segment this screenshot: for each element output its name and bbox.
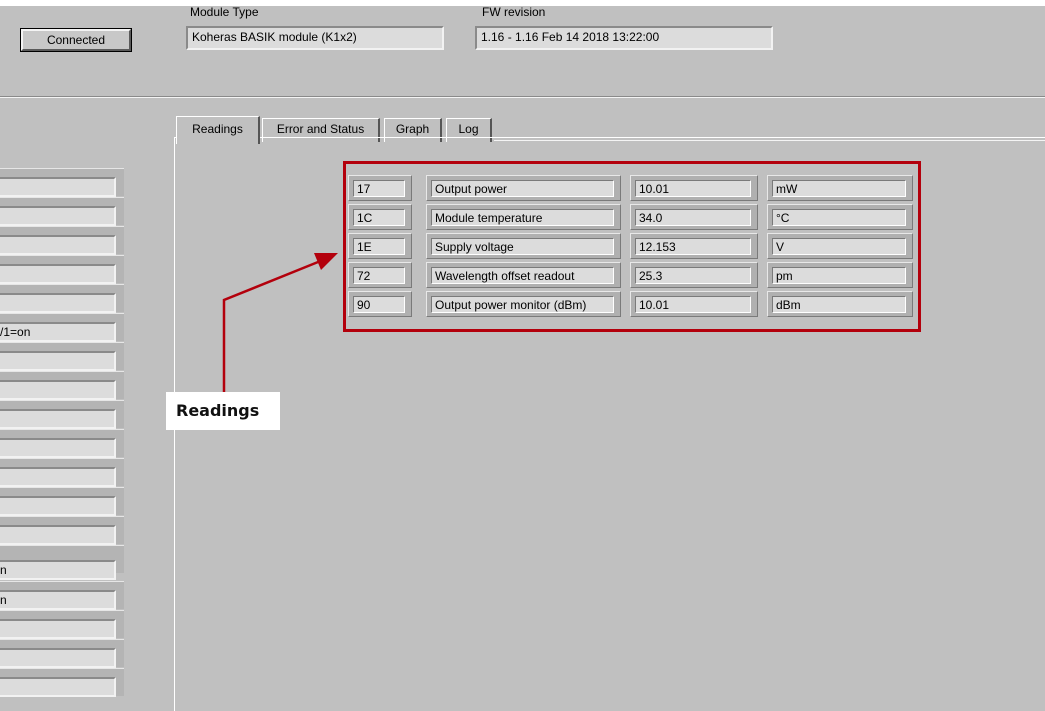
sidebar-field xyxy=(0,467,116,487)
reading-value-cell: 10.01 xyxy=(630,175,758,201)
fw-revision-field: 1.16 - 1.16 Feb 14 2018 13:22:00 xyxy=(475,26,773,50)
reading-unit-cell: pm xyxy=(767,262,913,288)
readings-grid: 17 Output power 10.01 mW 1C Module tempe… xyxy=(343,161,921,332)
reading-register-cell: 1C xyxy=(348,204,412,230)
sidebar-field: n xyxy=(0,590,116,610)
reading-unit: dBm xyxy=(772,296,906,313)
reading-unit: V xyxy=(772,238,906,255)
reading-name-cell: Module temperature xyxy=(426,204,621,230)
reading-register: 17 xyxy=(353,180,405,197)
reading-value-cell: 25.3 xyxy=(630,262,758,288)
reading-unit: °C xyxy=(772,209,906,226)
reading-name-cell: Supply voltage xyxy=(426,233,621,259)
header-separator xyxy=(0,96,1045,98)
reading-register-cell: 1E xyxy=(348,233,412,259)
sidebar-field xyxy=(0,264,116,284)
reading-name: Output power xyxy=(431,180,614,197)
reading-value: 34.0 xyxy=(635,209,751,226)
sidebar-field: n xyxy=(0,560,116,580)
reading-name: Wavelength offset readout xyxy=(431,267,614,284)
reading-value-cell: 12.153 xyxy=(630,233,758,259)
sidebar-field: /1=on xyxy=(0,322,116,342)
panel-top-border xyxy=(494,140,1045,141)
reading-value-cell: 10.01 xyxy=(630,291,758,317)
sidebar: /1=on n n xyxy=(0,168,124,711)
module-type-field: Koheras BASIK module (K1x2) xyxy=(186,26,444,50)
reading-register-cell: 17 xyxy=(348,175,412,201)
sidebar-field xyxy=(0,206,116,226)
sidebar-field xyxy=(0,177,116,197)
reading-register: 90 xyxy=(353,296,405,313)
reading-unit: pm xyxy=(772,267,906,284)
sidebar-field xyxy=(0,525,116,545)
fw-revision-label: FW revision xyxy=(482,5,546,19)
reading-register: 1E xyxy=(353,238,405,255)
reading-register-cell: 72 xyxy=(348,262,412,288)
sidebar-field xyxy=(0,380,116,400)
sidebar-field xyxy=(0,619,116,639)
reading-name: Output power monitor (dBm) xyxy=(431,296,614,313)
reading-name: Module temperature xyxy=(431,209,614,226)
sidebar-field xyxy=(0,293,116,313)
reading-name: Supply voltage xyxy=(431,238,614,255)
reading-name-cell: Output power xyxy=(426,175,621,201)
reading-register-cell: 90 xyxy=(348,291,412,317)
tab-readings[interactable]: Readings xyxy=(176,116,260,144)
module-type-label: Module Type xyxy=(190,5,259,19)
readings-callout-label: Readings xyxy=(166,392,280,430)
reading-value: 12.153 xyxy=(635,238,751,255)
reading-value: 25.3 xyxy=(635,267,751,284)
sidebar-field xyxy=(0,648,116,668)
reading-name-cell: Wavelength offset readout xyxy=(426,262,621,288)
reading-unit-cell: V xyxy=(767,233,913,259)
reading-unit-cell: °C xyxy=(767,204,913,230)
sidebar-field xyxy=(0,496,116,516)
reading-name-cell: Output power monitor (dBm) xyxy=(426,291,621,317)
sidebar-field xyxy=(0,351,116,371)
reading-unit-cell: dBm xyxy=(767,291,913,317)
sidebar-field xyxy=(0,409,116,429)
sidebar-field xyxy=(0,677,116,697)
reading-register: 72 xyxy=(353,267,405,284)
reading-value: 10.01 xyxy=(635,180,751,197)
connected-button[interactable]: Connected xyxy=(20,28,132,52)
reading-register: 1C xyxy=(353,209,405,226)
sidebar-field xyxy=(0,235,116,255)
reading-unit: mW xyxy=(772,180,906,197)
reading-unit-cell: mW xyxy=(767,175,913,201)
reading-value: 10.01 xyxy=(635,296,751,313)
reading-value-cell: 34.0 xyxy=(630,204,758,230)
sidebar-field xyxy=(0,438,116,458)
